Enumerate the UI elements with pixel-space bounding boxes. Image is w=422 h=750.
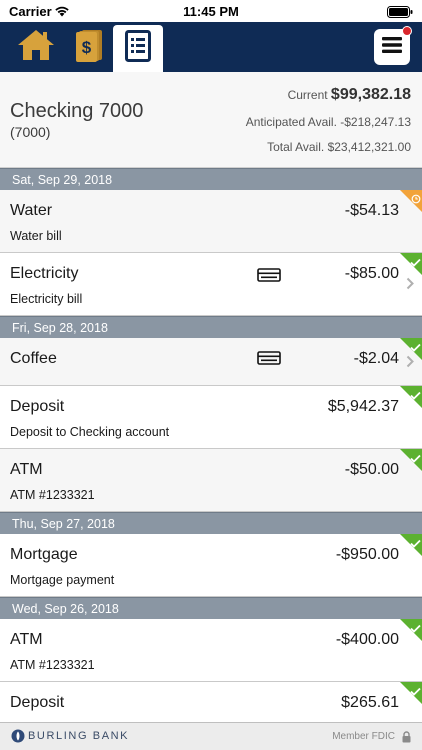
account-name: Checking 7000 [10,100,144,122]
money-cards-icon: $ [70,27,106,68]
total-balance-label: Total Avail. [267,140,325,154]
tab-home[interactable] [12,22,60,72]
transaction-amount: $265.61 [341,694,399,711]
account-number: (7000) [10,124,51,140]
checkmark-icon [410,450,421,468]
fdic-label: Member FDIC [332,731,395,742]
transaction-description: Electricity bill [10,292,83,306]
status-bar: Carrier 11:45 PM [0,0,422,22]
battery-icon [387,5,413,23]
checkmark-icon [410,535,421,553]
transaction-row[interactable]: ATM ATM #1233321 -$50.00 [0,449,422,512]
hamburger-menu-icon [382,36,402,58]
current-balance: Current $99,382.18 [288,86,411,104]
transaction-row[interactable]: ATM ATM #1233321 -$400.00 [0,619,422,682]
tab-statement[interactable] [113,25,163,72]
debit-card-icon [257,268,281,287]
transaction-description: ATM #1233321 [10,488,95,502]
checkmark-icon [410,387,421,405]
transaction-title: Deposit [10,694,65,711]
checkmark-icon [410,683,421,701]
transaction-amount: -$85.00 [344,265,399,282]
transaction-row[interactable]: Coffee -$2.04 [0,338,422,386]
transaction-description: Water bill [10,229,62,243]
date-header: Thu, Sep 27, 2018 [0,512,422,534]
transaction-list[interactable]: Sat, Sep 29, 2018 Water Water bill -$54.… [0,168,422,745]
transaction-amount: $5,942.37 [327,398,399,415]
transaction-row[interactable]: Mortgage Mortgage payment -$950.00 [0,534,422,597]
transaction-title: Mortgage [10,546,78,563]
transaction-amount: -$950.00 [335,546,399,563]
date-header: Wed, Sep 26, 2018 [0,597,422,619]
transaction-title: ATM [10,461,43,478]
checkmark-icon [410,339,421,357]
menu-button[interactable] [374,26,412,65]
transaction-amount: -$54.13 [344,202,399,219]
transaction-title: ATM [10,631,43,648]
notification-badge [402,26,412,36]
transaction-row[interactable]: Deposit Deposit to Checking account $5,9… [0,386,422,449]
anticipated-balance-label: Anticipated Avail. [245,115,337,129]
checkmark-icon [410,254,421,272]
account-header: Checking 7000 (7000) Current $99,382.18 … [0,72,422,168]
transaction-title: Coffee [10,350,57,367]
tab-accounts[interactable]: $ [64,22,112,72]
current-balance-label: Current [287,88,328,102]
transaction-title: Water [10,202,53,219]
bank-logo-icon [11,729,25,748]
statement-icon [125,30,151,67]
total-balance-value: $23,412,321.00 [327,140,411,154]
lock-icon [402,730,411,748]
transaction-amount: -$400.00 [335,631,399,648]
date-header: Fri, Sep 28, 2018 [0,316,422,338]
status-time: 11:45 PM [183,4,239,19]
current-balance-value: $99,382.18 [330,86,411,103]
transaction-description: Mortgage payment [10,573,115,587]
transaction-description: ATM #1233321 [10,658,95,672]
date-header: Sat, Sep 29, 2018 [0,168,422,190]
transaction-row[interactable]: Electricity Electricity bill -$85.00 [0,253,422,316]
anticipated-balance-value: -$218,247.13 [340,115,411,129]
footer: BURLING BANK Member FDIC [0,722,422,750]
total-balance: Total Avail. $23,412,321.00 [267,140,411,154]
transaction-amount: -$2.04 [353,350,399,367]
chevron-right-icon [406,277,414,295]
clock-icon [411,191,421,209]
home-icon [16,28,56,67]
anticipated-balance: Anticipated Avail. -$218,247.13 [246,115,411,129]
transaction-amount: -$50.00 [344,461,399,478]
transaction-row[interactable]: Water Water bill -$54.13 [0,190,422,253]
bank-name: BURLING BANK [28,730,130,742]
checkmark-icon [410,620,421,638]
transaction-title: Electricity [10,265,79,282]
transaction-title: Deposit [10,398,65,415]
debit-card-icon [257,351,281,370]
nav-bar: $ [0,22,422,72]
svg-text:$: $ [82,38,92,57]
transaction-description: Deposit to Checking account [10,425,170,439]
